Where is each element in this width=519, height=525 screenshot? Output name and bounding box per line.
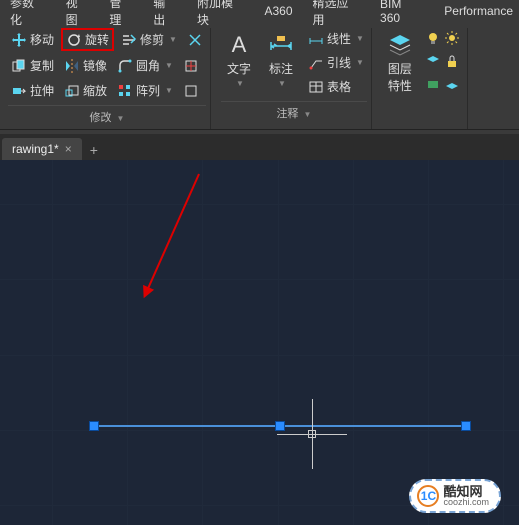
tool-extra2[interactable]	[180, 56, 202, 76]
tool-extra3[interactable]	[180, 81, 202, 101]
tool-scale[interactable]: 缩放	[61, 80, 110, 101]
trim-label: 修剪	[140, 31, 164, 48]
table-icon	[308, 79, 324, 95]
tool-move[interactable]: 移动	[8, 29, 57, 50]
tool-table[interactable]: 表格	[305, 76, 367, 97]
layer-props-label: 图层 特性	[388, 60, 412, 94]
text-label: 文字	[227, 60, 251, 77]
tool-layer-r2[interactable]	[422, 51, 463, 71]
grip-end[interactable]	[461, 421, 471, 431]
tool-layer-r1[interactable]	[422, 28, 463, 48]
dimension-label: 标注	[269, 60, 293, 77]
move-icon	[11, 32, 27, 48]
menu-parametric[interactable]: 参数化	[4, 0, 52, 30]
ribbon: 移动 旋转 修剪 ▼ 复制	[0, 22, 519, 130]
lock-icon	[444, 53, 460, 69]
svg-text:A: A	[232, 32, 247, 57]
chevron-down-icon[interactable]: ▼	[278, 79, 286, 88]
linear-icon	[308, 31, 324, 47]
menu-bim360[interactable]: BIM 360	[374, 0, 430, 27]
dimension-icon	[267, 30, 295, 58]
chevron-down-icon[interactable]: ▼	[169, 35, 177, 44]
grip-mid[interactable]	[275, 421, 285, 431]
menu-view[interactable]: 视图	[60, 0, 96, 30]
extra2-icon	[183, 58, 199, 74]
panel-layers: 图层 特性	[378, 28, 468, 129]
layer-props-icon	[386, 30, 414, 58]
panel-modify: 移动 旋转 修剪 ▼ 复制	[4, 28, 211, 129]
array-label: 阵列	[136, 82, 160, 99]
panel-annotation-title[interactable]: 注释 ▼	[221, 101, 367, 123]
panel-annotation: A 文字 ▼ 标注 ▼ 线性 ▼ 引线 ▼	[217, 28, 372, 129]
array-icon	[117, 83, 133, 99]
tab-add-button[interactable]: +	[82, 140, 106, 160]
menu-bar: 参数化 视图 管理 输出 附加模块 A360 精选应用 BIM 360 Perf…	[0, 0, 519, 22]
tool-extra1[interactable]	[184, 30, 206, 50]
tool-leader[interactable]: 引线 ▼	[305, 52, 367, 73]
stretch-icon	[11, 83, 27, 99]
linear-label: 线性	[327, 30, 351, 47]
leader-label: 引线	[327, 54, 351, 71]
file-tabs: rawing1* × +	[0, 134, 519, 160]
layer3-icon	[425, 76, 441, 92]
tool-stretch[interactable]: 拉伸	[8, 80, 57, 101]
chevron-down-icon[interactable]: ▼	[236, 79, 244, 88]
scale-label: 缩放	[83, 82, 107, 99]
menu-performance[interactable]: Performance	[438, 2, 519, 20]
tool-layer-props[interactable]: 图层 特性	[382, 28, 418, 96]
close-icon[interactable]: ×	[65, 142, 72, 156]
tool-copy[interactable]: 复制	[8, 55, 57, 76]
menu-manage[interactable]: 管理	[103, 0, 139, 30]
tool-dimension[interactable]: 标注 ▼	[263, 28, 299, 97]
tab-label: rawing1*	[12, 142, 59, 156]
tool-text[interactable]: A 文字 ▼	[221, 28, 257, 97]
extra3-icon	[183, 83, 199, 99]
stretch-label: 拉伸	[30, 82, 54, 99]
copy-icon	[11, 58, 27, 74]
tool-array[interactable]: 阵列 ▼	[114, 80, 176, 101]
trim-icon	[121, 32, 137, 48]
tab-drawing1[interactable]: rawing1* ×	[2, 138, 82, 160]
scale-icon	[64, 83, 80, 99]
layer2-icon	[425, 53, 441, 69]
mirror-icon	[64, 58, 80, 74]
menu-a360[interactable]: A360	[258, 2, 298, 20]
extra1-icon	[187, 32, 203, 48]
fillet-icon	[117, 58, 133, 74]
chevron-down-icon[interactable]: ▼	[165, 61, 173, 70]
fillet-label: 圆角	[136, 57, 160, 74]
panel-modify-title[interactable]: 修改 ▼	[8, 105, 206, 127]
chevron-down-icon[interactable]: ▼	[165, 86, 173, 95]
leader-icon	[308, 55, 324, 71]
tool-linear[interactable]: 线性 ▼	[305, 28, 367, 49]
sun-icon	[444, 30, 460, 46]
move-label: 移动	[30, 31, 54, 48]
bulb-icon	[425, 30, 441, 46]
tool-fillet[interactable]: 圆角 ▼	[114, 55, 176, 76]
watermark: 1C 酷知网 coozhi.com	[409, 479, 501, 513]
crosshair-pickbox	[308, 430, 316, 438]
table-label: 表格	[327, 78, 351, 95]
mirror-label: 镜像	[83, 57, 107, 74]
tool-mirror[interactable]: 镜像	[61, 55, 110, 76]
grip-start[interactable]	[89, 421, 99, 431]
tool-rotate[interactable]: 旋转	[61, 28, 114, 51]
menu-output[interactable]: 输出	[147, 0, 183, 30]
layer4-icon	[444, 76, 460, 92]
rotate-label: 旋转	[85, 31, 109, 48]
text-icon: A	[225, 30, 253, 58]
menu-featured[interactable]: 精选应用	[307, 0, 367, 30]
rotate-icon	[66, 32, 82, 48]
copy-label: 复制	[30, 57, 54, 74]
tool-trim[interactable]: 修剪 ▼	[118, 29, 180, 50]
watermark-logo: 1C	[417, 485, 439, 507]
menu-addons[interactable]: 附加模块	[191, 0, 251, 30]
watermark-en: coozhi.com	[443, 498, 489, 507]
tool-layer-r3[interactable]	[422, 74, 463, 94]
drawing-canvas[interactable]: 1C 酷知网 coozhi.com	[0, 160, 519, 525]
